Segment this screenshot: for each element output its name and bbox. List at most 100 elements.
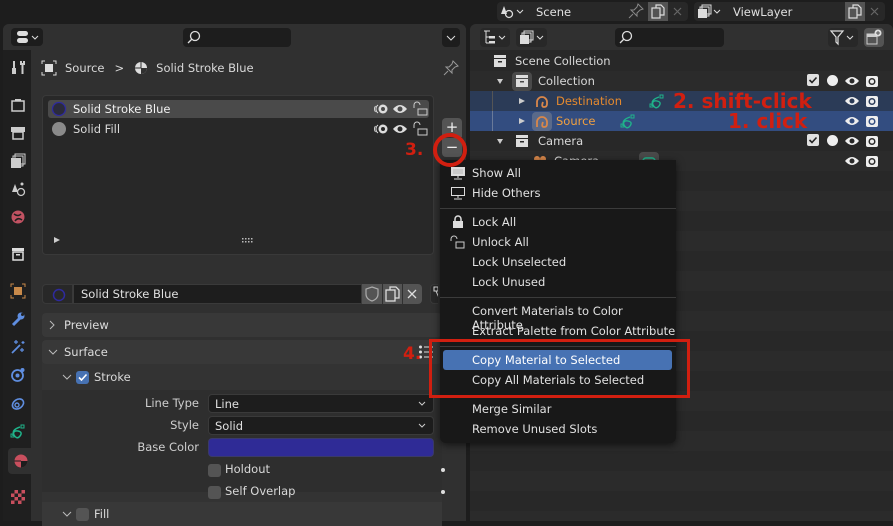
grease-pencil-data-icon[interactable] xyxy=(649,93,665,109)
fill-checkbox[interactable] xyxy=(76,507,89,521)
new-scene-button[interactable] xyxy=(648,2,668,21)
onion-skin-icon[interactable] xyxy=(373,102,389,116)
expand-arrow-down-icon[interactable] xyxy=(496,77,504,85)
new-material-button[interactable] xyxy=(383,284,402,304)
self-overlap-keyframe-dot[interactable] xyxy=(441,490,445,494)
view-layer-filter-button[interactable] xyxy=(516,28,547,47)
eye-icon[interactable] xyxy=(392,102,408,116)
tree-row-collection[interactable]: Collection xyxy=(470,71,893,91)
stroke-checkbox[interactable] xyxy=(76,370,89,384)
camera-render-icon[interactable] xyxy=(864,73,880,89)
expand-filter-icon[interactable] xyxy=(53,236,61,244)
tab-scene[interactable] xyxy=(7,178,29,200)
menu-item-lock-all[interactable]: Lock All xyxy=(440,212,676,232)
tree-row-scene-collection[interactable]: Scene Collection xyxy=(470,51,893,71)
tab-modifiers[interactable] xyxy=(7,308,29,330)
delete-scene-button[interactable] xyxy=(668,2,688,21)
self-overlap-checkbox[interactable] xyxy=(208,486,221,499)
view-layer-type-button[interactable] xyxy=(694,2,725,21)
tab-output[interactable] xyxy=(7,122,29,144)
tab-collection[interactable] xyxy=(7,243,29,265)
annotation-step1: 1. click xyxy=(728,109,808,133)
tab-tool[interactable] xyxy=(7,56,29,78)
expand-arrow-right-icon[interactable] xyxy=(518,97,526,105)
menu-item-lock-unselected[interactable]: Lock Unselected xyxy=(440,252,676,272)
menu-item-hide-others[interactable]: Hide Others xyxy=(440,183,676,203)
select-toggle-icon[interactable] xyxy=(827,75,838,86)
style-dropdown[interactable]: Solid xyxy=(208,416,434,435)
exclude-checkbox[interactable] xyxy=(807,74,819,86)
outliner-display-mode-button[interactable] xyxy=(480,28,510,47)
tab-physics[interactable] xyxy=(7,364,29,386)
new-view-layer-button[interactable] xyxy=(845,2,865,21)
surface-panel-header[interactable]: Surface xyxy=(42,340,442,364)
tab-view-layer[interactable] xyxy=(7,150,29,172)
eye-icon[interactable] xyxy=(844,134,860,148)
eye-icon[interactable] xyxy=(844,154,860,168)
camera-render-icon[interactable] xyxy=(864,133,880,149)
camera-render-icon[interactable] xyxy=(864,93,880,109)
stroke-subpanel-header[interactable]: Stroke xyxy=(42,365,442,389)
onion-skin-icon[interactable] xyxy=(373,122,389,136)
options-dropdown-button[interactable] xyxy=(442,28,460,47)
base-color-swatch[interactable] xyxy=(208,438,434,457)
preview-panel-header[interactable]: Preview xyxy=(42,313,442,337)
node-link-button[interactable] xyxy=(430,284,438,304)
tab-constraints[interactable] xyxy=(7,392,29,414)
holdout-keyframe-dot[interactable] xyxy=(441,468,445,472)
duplicate-icon xyxy=(385,286,400,302)
material-datablock: Solid Stroke Blue xyxy=(42,284,422,304)
delete-view-layer-button[interactable] xyxy=(865,2,885,21)
exclude-checkbox[interactable] xyxy=(807,134,819,146)
tab-texture[interactable] xyxy=(7,486,29,508)
expand-arrow-down-icon[interactable] xyxy=(496,137,504,145)
tab-world[interactable] xyxy=(7,206,29,228)
tree-row-source[interactable]: Source xyxy=(470,111,893,131)
scene-type-button[interactable] xyxy=(497,2,528,21)
tab-object[interactable] xyxy=(7,280,29,302)
material-browse-button[interactable] xyxy=(42,284,73,304)
outliner-search-input[interactable] xyxy=(615,28,724,47)
editor-type-button[interactable] xyxy=(11,28,43,46)
unlock-icon[interactable] xyxy=(412,101,428,117)
filter-button[interactable] xyxy=(828,28,858,47)
line-type-dropdown[interactable]: Line xyxy=(208,394,434,413)
holdout-checkbox[interactable] xyxy=(208,464,221,477)
tab-render[interactable] xyxy=(7,94,29,116)
properties-search-input[interactable] xyxy=(183,28,291,47)
expand-arrow-right-icon[interactable] xyxy=(518,117,526,125)
tab-effects[interactable] xyxy=(7,336,29,358)
unlink-material-button[interactable] xyxy=(403,284,422,304)
camera-render-icon[interactable] xyxy=(864,153,880,169)
view-layer-name-input[interactable]: ViewLayer xyxy=(725,2,845,21)
menu-item-extract-palette[interactable]: Extract Palette from Color Attribute xyxy=(440,321,676,341)
eye-icon[interactable] xyxy=(844,74,860,88)
menu-item-remove-unused-slots[interactable]: Remove Unused Slots xyxy=(440,419,676,439)
menu-item-merge-similar[interactable]: Merge Similar xyxy=(440,399,676,419)
eye-icon[interactable] xyxy=(844,94,860,108)
pin-button[interactable] xyxy=(443,60,459,76)
fill-subpanel-header[interactable]: Fill xyxy=(42,502,442,526)
material-name-input[interactable]: Solid Stroke Blue xyxy=(73,284,362,304)
eye-icon[interactable] xyxy=(844,114,860,128)
menu-item-show-all[interactable]: Show All xyxy=(440,163,676,183)
slot-row[interactable]: Solid Fill xyxy=(48,120,429,138)
pin-icon[interactable] xyxy=(628,3,644,19)
camera-render-icon[interactable] xyxy=(864,113,880,129)
select-toggle-icon[interactable] xyxy=(827,135,838,146)
menu-item-lock-unused[interactable]: Lock Unused xyxy=(440,272,676,292)
tree-row-camera-collection[interactable]: Camera xyxy=(470,131,893,151)
new-collection-button[interactable] xyxy=(864,28,884,47)
tab-data[interactable] xyxy=(7,420,29,442)
resize-handle-icon[interactable] xyxy=(242,238,254,244)
fake-user-button[interactable] xyxy=(362,284,382,304)
slot-row[interactable]: Solid Stroke Blue xyxy=(48,100,429,118)
unlock-icon[interactable] xyxy=(412,121,428,137)
menu-item-convert-materials[interactable]: Convert Materials to Color Attribute xyxy=(440,301,676,332)
menu-item-unlock-all[interactable]: Unlock All xyxy=(440,232,676,252)
fill-label: Fill xyxy=(94,507,110,521)
tree-label: Camera xyxy=(538,134,584,148)
grease-pencil-data-icon[interactable] xyxy=(620,113,636,129)
scene-name-value: Scene xyxy=(536,4,572,19)
eye-icon[interactable] xyxy=(392,122,408,136)
